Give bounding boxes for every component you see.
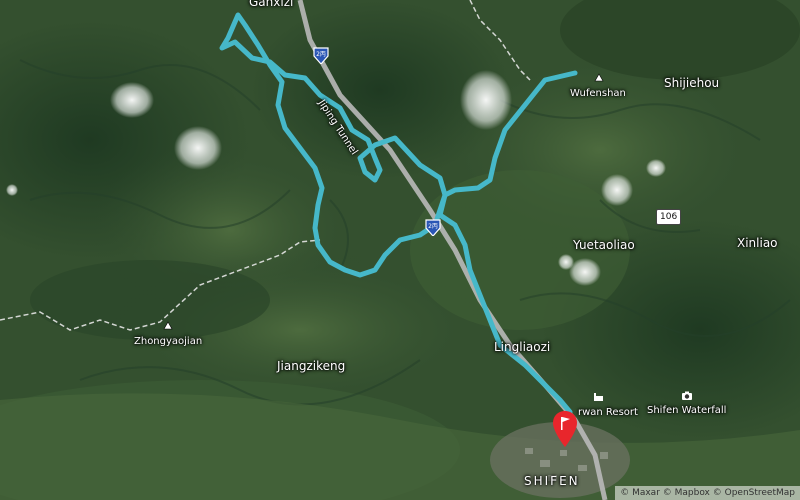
camera-icon [682, 391, 692, 400]
label-shifen: SHIFEN [524, 474, 580, 488]
flag-pin-icon[interactable] [551, 409, 579, 449]
map-attribution[interactable]: © Maxar © Mapbox © OpenStreetMap [615, 486, 800, 500]
label-shijiehou: Shijiehou [664, 76, 720, 90]
satellite-terrain [0, 0, 800, 500]
freeway-shield-icon: 2丙 [425, 219, 441, 236]
label-ganxizi: Ganxizi [249, 0, 294, 9]
label-xinliao: Xinliao [737, 236, 778, 250]
freeway-shield-label: 2丙 [428, 223, 438, 230]
label-wufenshan: Wufenshan [570, 88, 626, 99]
label-jiangzikeng: Jiangzikeng [277, 359, 346, 373]
hotel-icon [594, 393, 603, 401]
label-zhongyaojian: Zhongyaojian [134, 336, 203, 347]
freeway-shield-icon: 2丙 [313, 47, 329, 64]
map-view[interactable]: 2丙 2丙 106 Ganxizi Jiping Tunnel Wufensha… [0, 0, 800, 500]
label-resort: rwan Resort [578, 407, 638, 418]
peak-icon [163, 321, 173, 330]
peak-icon [594, 73, 604, 82]
label-yuetaoliao: Yuetaoliao [573, 238, 635, 252]
freeway-shield-label: 2丙 [316, 51, 326, 58]
route-106-shield: 106 [656, 209, 682, 225]
label-shifen-waterfall: Shifen Waterfall [647, 405, 727, 416]
label-lingliaozi: Lingliaozi [494, 340, 551, 354]
